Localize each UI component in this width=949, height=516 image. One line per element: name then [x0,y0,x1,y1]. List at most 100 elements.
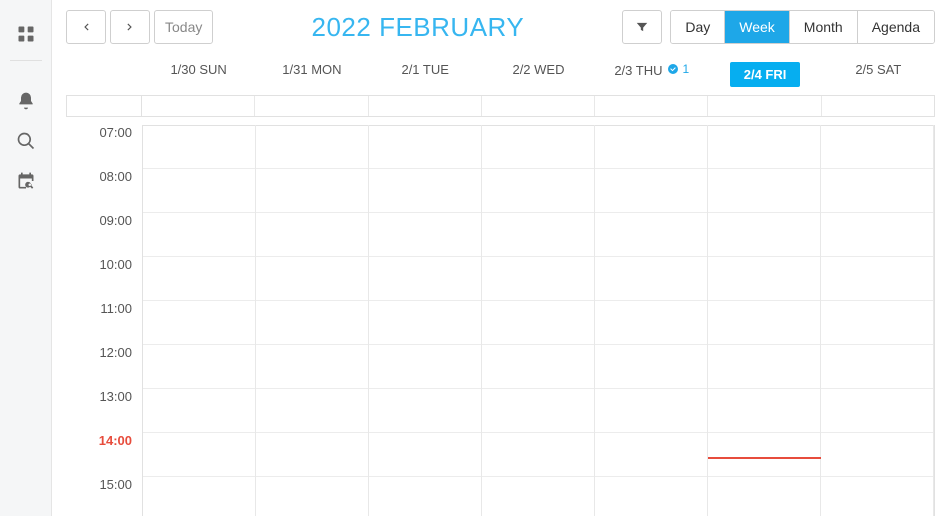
time-slot[interactable] [821,389,933,433]
view-agenda[interactable]: Agenda [858,11,934,43]
time-slot[interactable] [256,301,368,345]
time-slot[interactable] [256,477,368,516]
day-column[interactable] [143,125,256,516]
today-button[interactable]: Today [154,10,213,44]
time-slot[interactable] [482,257,594,301]
bell-icon[interactable] [0,81,52,121]
time-slot[interactable] [821,345,933,389]
time-slot[interactable] [256,125,368,169]
prev-button[interactable] [66,10,106,44]
calendar-search-icon[interactable] [0,161,52,201]
time-slot[interactable] [708,213,820,257]
time-slot[interactable] [595,389,707,433]
time-slot[interactable] [482,213,594,257]
time-slot[interactable] [708,169,820,213]
time-slot[interactable] [595,213,707,257]
day-header-cell[interactable]: 2/4 FRI [708,52,821,95]
time-slot[interactable] [369,301,481,345]
time-slot[interactable] [821,213,933,257]
calendar-title: 2022 FEBRUARY [312,12,525,43]
time-slot[interactable] [708,345,820,389]
day-header-cell[interactable]: 2/3 THU1 [595,52,708,95]
time-slot[interactable] [821,257,933,301]
view-day[interactable]: Day [671,11,725,43]
time-slot[interactable] [143,301,255,345]
time-slot[interactable] [482,389,594,433]
view-week[interactable]: Week [725,11,790,43]
time-slot[interactable] [143,213,255,257]
time-slot[interactable] [482,477,594,516]
grid-scroll[interactable]: 07:0008:0009:0010:0011:0012:0013:0014:00… [66,125,935,516]
time-slot[interactable] [256,169,368,213]
time-slot[interactable] [821,125,933,169]
day-header-cell[interactable]: 2/2 WED [482,52,595,95]
time-slot[interactable] [595,257,707,301]
time-slot[interactable] [369,345,481,389]
time-slot[interactable] [708,477,820,516]
time-slot[interactable] [595,301,707,345]
time-slot[interactable] [821,433,933,477]
time-slot[interactable] [708,125,820,169]
time-slot[interactable] [482,433,594,477]
day-header-cell[interactable]: 1/30 SUN [142,52,255,95]
day-header-cell[interactable]: 1/31 MON [255,52,368,95]
time-slot[interactable] [708,433,820,477]
time-slot[interactable] [143,345,255,389]
day-column[interactable] [821,125,934,516]
time-slot[interactable] [369,169,481,213]
time-slot[interactable] [482,301,594,345]
time-slot[interactable] [482,125,594,169]
day-column[interactable] [256,125,369,516]
all-day-cell[interactable] [595,96,708,116]
day-column[interactable] [708,125,821,516]
time-slot[interactable] [369,477,481,516]
day-task-badge[interactable]: 1 [667,62,690,76]
time-slot[interactable] [369,433,481,477]
time-slot[interactable] [482,345,594,389]
time-slot[interactable] [369,125,481,169]
all-day-cell[interactable] [822,96,934,116]
apps-icon[interactable] [0,14,52,54]
time-slot[interactable] [821,169,933,213]
time-slot[interactable] [708,389,820,433]
time-slot[interactable] [369,257,481,301]
time-slot[interactable] [143,389,255,433]
time-slot[interactable] [143,125,255,169]
search-icon[interactable] [0,121,52,161]
day-header-cell[interactable]: 2/5 SAT [822,52,935,95]
filter-button[interactable] [622,10,662,44]
all-day-cell[interactable] [255,96,368,116]
time-slot[interactable] [708,257,820,301]
day-header-cell[interactable]: 2/1 TUE [369,52,482,95]
day-column[interactable] [369,125,482,516]
all-day-cell[interactable] [142,96,255,116]
view-month[interactable]: Month [790,11,858,43]
time-slot[interactable] [369,213,481,257]
all-day-cell[interactable] [708,96,821,116]
time-slot[interactable] [256,345,368,389]
time-slot[interactable] [821,477,933,516]
time-slot[interactable] [482,169,594,213]
all-day-cell[interactable] [369,96,482,116]
time-slot[interactable] [595,477,707,516]
time-slot[interactable] [369,389,481,433]
time-slot[interactable] [143,169,255,213]
next-button[interactable] [110,10,150,44]
all-day-cell[interactable] [482,96,595,116]
day-column[interactable] [482,125,595,516]
time-slot[interactable] [143,433,255,477]
time-slot[interactable] [256,213,368,257]
time-slot[interactable] [595,169,707,213]
time-slot[interactable] [143,477,255,516]
time-slot[interactable] [256,433,368,477]
time-slot[interactable] [821,301,933,345]
time-label: 09:00 [66,213,142,257]
time-slot[interactable] [708,301,820,345]
day-column[interactable] [595,125,708,516]
time-slot[interactable] [595,125,707,169]
time-slot[interactable] [143,257,255,301]
time-slot[interactable] [595,433,707,477]
time-slot[interactable] [595,345,707,389]
time-slot[interactable] [256,257,368,301]
time-slot[interactable] [256,389,368,433]
